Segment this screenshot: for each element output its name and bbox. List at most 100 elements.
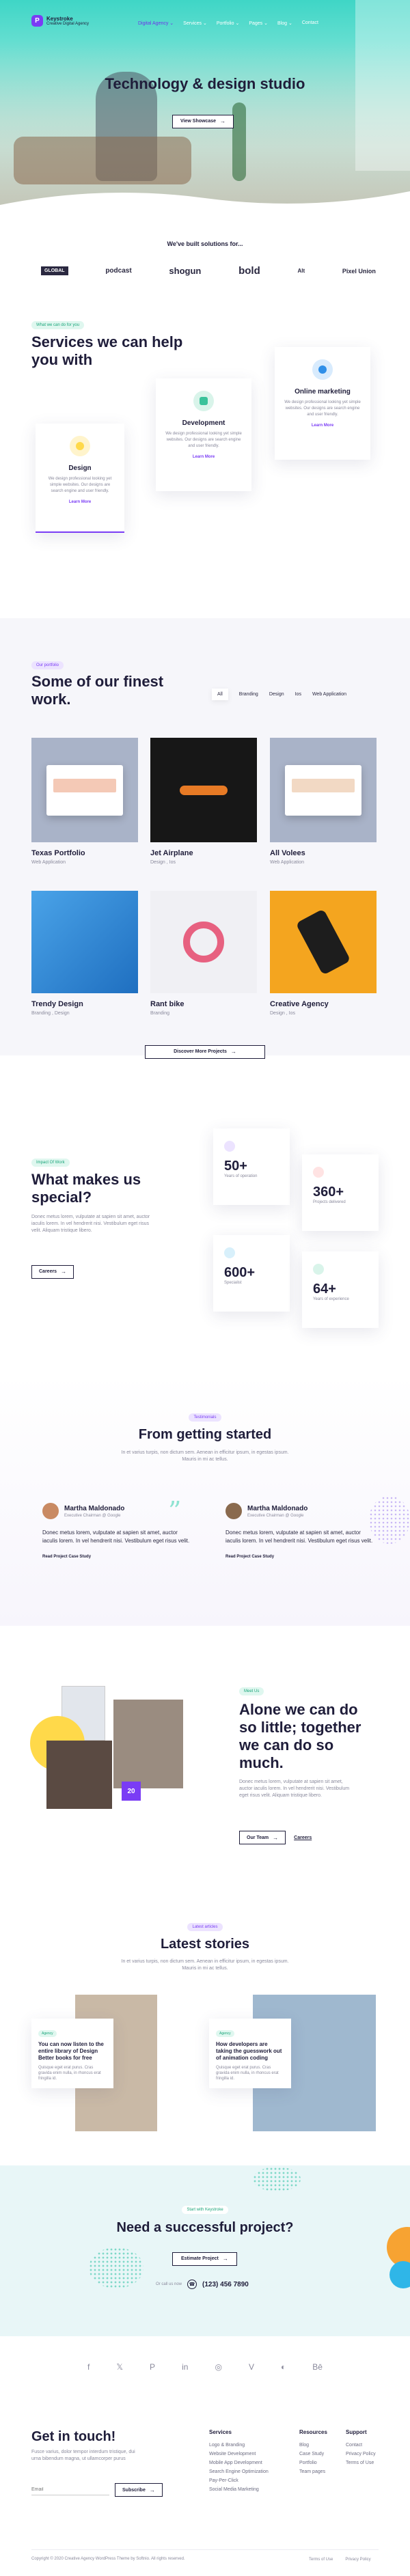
project-category: Design , Ios (270, 1011, 295, 1016)
post-card-1[interactable]: Agency You can now listen to the entire … (31, 2019, 113, 2088)
project-title[interactable]: All Volees (270, 849, 305, 857)
team-text: Donec metus lorem, vulputate at sapien s… (239, 1779, 350, 1798)
read-case-study-link[interactable]: Read Project Case Study (226, 1555, 376, 1559)
cta-phone[interactable]: (123) 456 7890 (202, 2281, 249, 2288)
project-title[interactable]: Rant bike (150, 1000, 184, 1008)
filter-ios[interactable]: Ios (295, 692, 301, 697)
footer-link[interactable]: Terms of Use (346, 2459, 383, 2467)
email-field[interactable] (31, 2484, 109, 2495)
nav-digital-agency[interactable]: Digital Agency ⌄ (138, 20, 174, 26)
estimate-project-button[interactable]: Estimate Project → (172, 2252, 237, 2266)
dots-decoration (89, 2247, 144, 2288)
project-thumb-trendy[interactable] (31, 891, 138, 993)
footer-link[interactable]: Logo & Branding (209, 2441, 277, 2450)
view-showcase-button[interactable]: View Showcase → (172, 114, 234, 128)
nav-contact[interactable]: Contact (302, 20, 318, 26)
service-title: Design (68, 465, 92, 472)
testimonials-tag: Testimonials (189, 1413, 221, 1422)
subscribe-button[interactable]: Subscribe → (115, 2483, 163, 2497)
nav-portfolio[interactable]: Portfolio ⌄ (217, 20, 240, 26)
footer-link[interactable]: Case Study (299, 2450, 340, 2459)
nav-pages[interactable]: Pages ⌄ (249, 20, 268, 26)
project-thumb-texas[interactable] (31, 738, 138, 842)
footer-link[interactable]: Contact (346, 2441, 383, 2450)
post-title[interactable]: You can now listen to the entire library… (38, 2041, 107, 2062)
filter-branding[interactable]: Branding (239, 692, 258, 697)
project-thumb-rant-bike[interactable] (150, 891, 257, 993)
service-learn-more[interactable]: Learn More (165, 455, 242, 459)
project-thumb-creative-agency[interactable] (270, 891, 377, 993)
project-category: Design , Ios (150, 860, 176, 865)
pinterest-icon[interactable]: P (150, 2362, 155, 2372)
project-title[interactable]: Texas Portfolio (31, 849, 85, 857)
service-text: We design professional looking yet simpl… (48, 477, 112, 493)
service-learn-more[interactable]: Learn More (45, 500, 115, 504)
megaphone-icon (312, 359, 333, 380)
project-thumb-volees[interactable] (270, 738, 377, 842)
footer-link[interactable]: Blog (299, 2441, 340, 2450)
privacy-link[interactable]: Privacy Policy (345, 2558, 370, 2562)
client-logos: GLOBAL podcast shogun bold Alt Pixel Uni… (41, 265, 376, 277)
brand-logo[interactable]: P Keystroke Creative Digital Agency (31, 15, 89, 27)
filter-design[interactable]: Design (269, 692, 284, 697)
twitter-icon[interactable]: 𝕏 (116, 2362, 123, 2372)
portfolio-filters: All Branding Design Ios Web Application (212, 689, 346, 700)
arrow-right-icon: → (273, 1834, 279, 1841)
client-logo-bold: bold (238, 265, 260, 277)
pen-icon (70, 436, 90, 456)
careers-label: Careers (39, 1269, 57, 1274)
service-learn-more[interactable]: Learn More (284, 424, 361, 428)
footer-link[interactable]: Website Development (209, 2450, 277, 2459)
portfolio-title: Some of our finest work. (31, 673, 164, 708)
footer-col-title: Support (346, 2429, 367, 2435)
hero-sofa (14, 137, 191, 184)
team-title: Alone we can do so little; together we c… (239, 1701, 361, 1771)
footer-link[interactable]: Privacy Policy (346, 2450, 383, 2459)
linkedin-icon[interactable]: in (182, 2362, 188, 2372)
hero-plant (232, 102, 246, 181)
client-logo-pixel-union: Pixel Union (342, 267, 376, 275)
footer-link[interactable]: Social Media Marketing (209, 2485, 277, 2494)
nav-blog[interactable]: Blog ⌄ (277, 20, 292, 26)
vimeo-icon[interactable]: V (249, 2362, 254, 2372)
careers-button[interactable]: Careers → (31, 1264, 74, 1279)
arrow-right-icon: → (149, 2487, 155, 2493)
footer-link[interactable]: Search Engine Optimization (209, 2467, 277, 2476)
post-card-2[interactable]: Agency How developers are taking the gue… (209, 2019, 291, 2088)
discover-more-projects-button[interactable]: Discover More Projects → (145, 1044, 265, 1059)
nav-services[interactable]: Services ⌄ (183, 20, 207, 26)
behance-icon[interactable]: Bē (312, 2362, 323, 2372)
special-tag: Impact Of Work (31, 1159, 70, 1167)
project-title[interactable]: Trendy Design (31, 1000, 83, 1008)
clients-heading: We've built solutions for... (167, 240, 243, 247)
footer-link[interactable]: Portfolio (299, 2459, 340, 2467)
service-title: Development (182, 419, 226, 427)
footer-link[interactable]: Mobile App Development (209, 2459, 277, 2467)
project-title[interactable]: Jet Airplane (150, 849, 193, 857)
footer-link[interactable]: Pay-Per-Click (209, 2476, 277, 2485)
dots-decoration (253, 2167, 301, 2191)
client-logo-global: GLOBAL (41, 266, 68, 275)
quote-icon: ” (168, 1496, 182, 1526)
blue-circle-decoration (390, 2261, 410, 2288)
careers-link[interactable]: Careers (294, 1836, 312, 1840)
facebook-icon[interactable]: f (87, 2362, 90, 2372)
our-team-button[interactable]: Our Team → (239, 1831, 286, 1844)
dribbble-icon[interactable]: ◐ (281, 2362, 286, 2372)
project-title[interactable]: Creative Agency (270, 1000, 329, 1008)
footer-col-support: Support Contact Privacy Policy Terms of … (346, 2429, 383, 2467)
footer-link[interactable]: Team pages (299, 2467, 340, 2476)
filter-all[interactable]: All (212, 689, 228, 700)
stat-card-projects: 360+ Projects delivered (302, 1154, 379, 1231)
terms-link[interactable]: Terms of Use (309, 2558, 333, 2562)
brand-tagline: Creative Digital Agency (46, 22, 90, 26)
instagram-icon[interactable]: ◎ (215, 2362, 221, 2372)
brand-logo-icon: P (31, 15, 43, 27)
view-showcase-label: View Showcase (180, 119, 217, 124)
main-nav: Digital Agency ⌄ Services ⌄ Portfolio ⌄ … (138, 20, 318, 26)
filter-web-application[interactable]: Web Application (312, 692, 346, 697)
users-icon (224, 1247, 235, 1258)
post-title[interactable]: How developers are taking the guesswork … (216, 2041, 284, 2062)
read-case-study-link[interactable]: Read Project Case Study (42, 1555, 193, 1559)
project-thumb-jet[interactable] (150, 738, 257, 842)
